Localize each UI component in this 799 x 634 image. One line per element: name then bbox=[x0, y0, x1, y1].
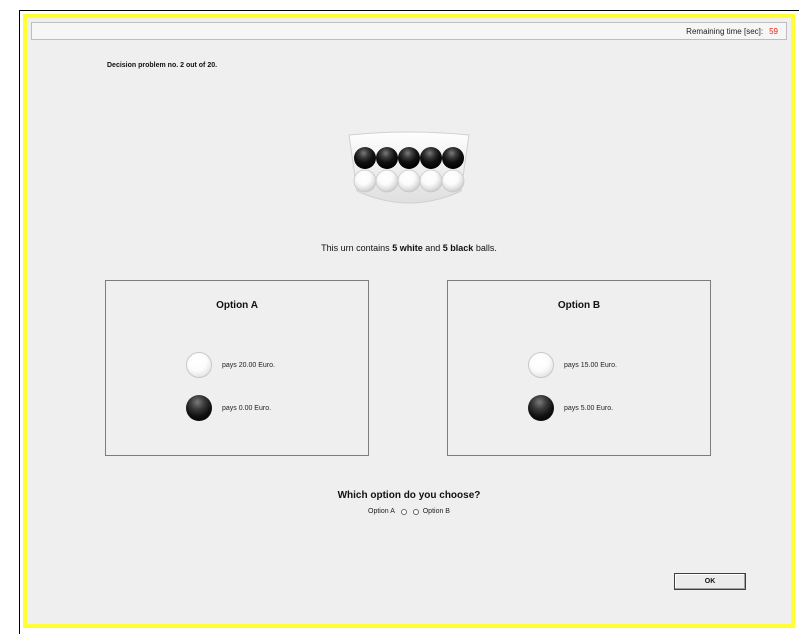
white-ball-icon bbox=[186, 352, 212, 378]
urn-text-suffix: balls. bbox=[475, 243, 497, 253]
urn-white-ball bbox=[353, 169, 377, 193]
urn-image bbox=[348, 131, 470, 204]
window-frame-top bbox=[19, 10, 799, 11]
urn-white-ball bbox=[397, 169, 421, 193]
option-b-radio-label: Option B bbox=[422, 508, 450, 515]
option-a-black-payoff: pays 0.00 Euro. bbox=[222, 405, 272, 412]
option-a-radio-label: Option A bbox=[368, 508, 395, 515]
black-ball-icon bbox=[186, 395, 212, 421]
urn-white-ball bbox=[441, 169, 465, 193]
urn-white-ball bbox=[375, 169, 399, 193]
urn-black-ball bbox=[442, 147, 464, 169]
option-b-title: Option B bbox=[557, 300, 601, 311]
problem-counter: Decision problem no. 2 out of 20. bbox=[107, 62, 218, 69]
timer-value: 59 bbox=[769, 27, 778, 36]
timer: Remaining time [sec]: 59 bbox=[686, 27, 778, 36]
window-frame-left bbox=[19, 10, 20, 634]
urn-text-prefix: This urn contains bbox=[321, 243, 390, 253]
choice-radio-group: Option A Option B bbox=[27, 508, 791, 515]
ok-button[interactable]: OK bbox=[674, 573, 746, 590]
timer-label: Remaining time [sec]: bbox=[686, 27, 764, 36]
option-a-title: Option A bbox=[216, 300, 258, 311]
option-a-radio[interactable] bbox=[400, 508, 407, 515]
urn-black-balls bbox=[354, 147, 464, 169]
urn-black-count: 5 black bbox=[442, 243, 474, 253]
status-bar: Remaining time [sec]: 59 bbox=[31, 22, 787, 40]
option-b-white-payoff: pays 15.00 Euro. bbox=[564, 362, 617, 369]
urn-black-ball bbox=[354, 147, 376, 169]
urn-black-ball bbox=[376, 147, 398, 169]
urn-white-ball bbox=[419, 169, 443, 193]
option-b-black-payoff: pays 5.00 Euro. bbox=[564, 405, 614, 412]
option-b-panel: Option B pays 15.00 Euro. pays 5.00 Euro… bbox=[447, 280, 711, 456]
experiment-panel: Remaining time [sec]: 59 Decision problem… bbox=[23, 14, 795, 628]
black-ball-icon bbox=[528, 395, 554, 421]
urn-black-ball bbox=[398, 147, 420, 169]
option-a-white-payoff: pays 20.00 Euro. bbox=[222, 362, 275, 369]
urn-black-ball bbox=[420, 147, 442, 169]
urn-white-balls bbox=[353, 169, 465, 193]
urn-description: This urn contains 5 white and 5 black ba… bbox=[27, 243, 791, 253]
white-ball-icon bbox=[528, 352, 554, 378]
urn-text-middle: and bbox=[425, 243, 441, 253]
choice-question: Which option do you choose? bbox=[337, 490, 481, 501]
urn-white-count: 5 white bbox=[392, 243, 423, 253]
option-b-radio[interactable] bbox=[412, 508, 419, 515]
option-a-panel: Option A pays 20.00 Euro. pays 0.00 Euro… bbox=[105, 280, 369, 456]
